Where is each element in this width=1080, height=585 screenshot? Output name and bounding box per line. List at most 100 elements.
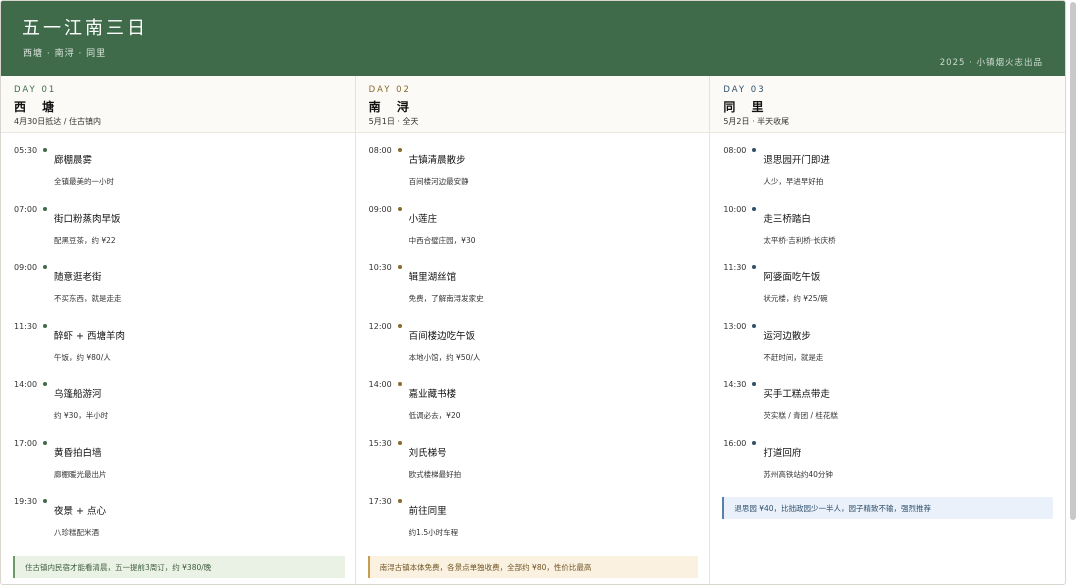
timeline-dot-icon	[752, 206, 757, 211]
event-time: 12:00	[368, 321, 392, 331]
schedule-item: 17:00 黄昏拍白墙 廊棚暖光最出片	[1, 439, 355, 491]
event-name: 刘氏梯号	[408, 447, 447, 459]
day-town: 同 里	[723, 100, 770, 114]
event-time: 14:00	[14, 380, 38, 389]
event-name: 前往同里	[408, 506, 447, 517]
timeline-dot-icon	[397, 265, 402, 269]
itinerary-page: 五一江南三日 西塘 · 南浔 · 同里 2025 · 小镇烟火志出品 DAY 0…	[0, 0, 1066, 585]
event-time: 05:30	[14, 146, 38, 155]
timeline-dot-icon	[43, 382, 47, 386]
timeline-dot-icon	[752, 382, 757, 386]
event-desc: 免费，了解南浔发家史	[408, 294, 484, 303]
schedule-item: 10:30 辑里湖丝馆 免费，了解南浔发家史	[356, 263, 710, 315]
event-name: 乌篷船游河	[54, 389, 102, 400]
event-desc: 状元楼，约 ¥25/碗	[763, 294, 828, 303]
event-desc: 百间楼河边最安静	[408, 177, 469, 186]
event-name: 黄昏拍白墙	[54, 447, 102, 459]
day-header: DAY 01 西 塘 4月30日抵达 / 住古镇内	[1, 76, 355, 133]
event-time: 14:00	[368, 380, 392, 389]
event-name: 退思园开门即进	[763, 155, 830, 166]
timeline-dot-icon	[43, 440, 47, 445]
timeline-dot-icon	[397, 323, 402, 328]
event-time: 09:00	[14, 263, 38, 272]
event-desc: 低调必去，¥20	[408, 411, 461, 420]
event-time: 15:30	[368, 438, 392, 448]
event-desc: 配黑豆茶，约 ¥22	[54, 235, 116, 245]
schedule-item: 09:00 随意逛老街 不买东西，就是走走	[1, 263, 355, 315]
event-desc: 廊棚暖光最出片	[54, 469, 107, 479]
page-title: 五一江南三日	[22, 18, 148, 39]
day-header: DAY 02 南 浔 5月1日 · 全天	[355, 76, 710, 133]
day-note: 5月2日 · 半天收尾	[723, 117, 790, 126]
event-name: 廊棚晨雾	[54, 155, 93, 166]
event-name: 古镇清晨散步	[408, 155, 466, 166]
event-name: 街口粉蒸肉早饭	[54, 213, 121, 225]
scrollbar[interactable]	[1070, 2, 1076, 520]
event-time: 17:00	[14, 438, 38, 448]
event-name: 嘉业藏书楼	[408, 389, 457, 400]
event-desc: 约 ¥30，半小时	[54, 411, 109, 420]
schedule-item: 11:30 醉虾 + 西塘羊肉 午饭，约 ¥80/人	[1, 322, 355, 374]
schedule-item: 16:00 打道回府 苏州高铁站约40分钟	[710, 439, 1065, 491]
schedule-item: 14:00 嘉业藏书楼 低调必去，¥20	[356, 380, 710, 432]
day-columns: DAY 01 西 塘 4月30日抵达 / 住古镇内 05:30 廊棚晨雾 全镇最…	[1, 76, 1065, 584]
timeline-dot-icon	[397, 440, 402, 445]
event-name: 醉虾 + 西塘羊肉	[54, 330, 125, 342]
day-note: 5月1日 · 全天	[368, 117, 419, 126]
event-time: 14:30	[723, 380, 747, 389]
event-name: 夜景 + 点心	[54, 506, 106, 517]
timeline-dot-icon	[752, 323, 757, 328]
schedule-item: 09:00 小莲庄 中西合璧庄园，¥30	[356, 205, 710, 257]
event-time: 10:00	[723, 204, 747, 214]
timeline-dot-icon	[752, 148, 757, 152]
day-column-3: DAY 03 同 里 5月2日 · 半天收尾 08:00 退思园开门即进 人少，…	[710, 76, 1065, 584]
event-time: 11:30	[14, 321, 38, 331]
schedule-item: 17:30 前往同里 约1.5小时车程	[356, 497, 710, 549]
day-town: 南 浔	[368, 100, 415, 114]
event-desc: 苏州高铁站约40分钟	[763, 469, 833, 479]
event-time: 07:00	[14, 204, 38, 214]
event-desc: 中西合璧庄园，¥30	[408, 235, 476, 245]
event-name: 运河边散步	[763, 330, 811, 342]
event-name: 辑里湖丝馆	[408, 272, 457, 283]
schedule-item: 08:00 退思园开门即进 人少，早进早好拍	[710, 146, 1065, 198]
event-desc: 人少，早进早好拍	[763, 177, 824, 186]
schedule-item: 11:30 阿婆面吃午饭 状元楼，约 ¥25/碗	[710, 263, 1065, 315]
event-name: 阿婆面吃午饭	[763, 272, 821, 283]
tip-note: 南浔古镇本体免费，各景点单独收费，全部约 ¥80，性价比最高	[367, 556, 698, 578]
schedule-item: 10:00 走三桥踏白 太平桥·吉利桥·长庆桥	[710, 205, 1065, 257]
schedule-item: 08:00 古镇清晨散步 百间楼河边最安静	[356, 146, 710, 198]
event-name: 买手工糕点带走	[763, 389, 830, 400]
event-time: 19:30	[14, 497, 38, 506]
day-column-2: DAY 02 南 浔 5月1日 · 全天 08:00 古镇清晨散步 百间楼河边最…	[355, 76, 711, 584]
event-desc: 不买东西，就是走走	[54, 294, 122, 303]
event-desc: 芡实糕 / 青团 / 桂花糕	[763, 411, 838, 420]
schedule-item: 19:30 夜景 + 点心 八珍糕配米酒	[1, 497, 355, 549]
day-header: DAY 03 同 里 5月2日 · 半天收尾	[710, 76, 1065, 133]
event-desc: 午饭，约 ¥80/人	[54, 352, 111, 362]
page-header: 五一江南三日 西塘 · 南浔 · 同里 2025 · 小镇烟火志出品	[1, 1, 1065, 76]
timeline-dot-icon	[397, 148, 402, 152]
event-desc: 欧式楼梯最好拍	[408, 469, 462, 479]
event-time: 08:00	[723, 146, 747, 155]
day-column-1: DAY 01 西 塘 4月30日抵达 / 住古镇内 05:30 廊棚晨雾 全镇最…	[1, 76, 356, 584]
schedule-item: 05:30 廊棚晨雾 全镇最美的一小时	[1, 146, 355, 198]
day-town: 西 塘	[14, 100, 61, 114]
page-credit: 2025 · 小镇烟火志出品	[939, 58, 1043, 68]
event-time: 11:30	[723, 263, 747, 272]
timeline-dot-icon	[43, 206, 47, 211]
timeline-dot-icon	[752, 440, 757, 445]
day-number: DAY 02	[368, 85, 411, 95]
timeline-dot-icon	[43, 323, 47, 328]
event-time: 09:00	[368, 204, 392, 214]
event-desc: 约1.5小时车程	[408, 528, 459, 537]
event-name: 随意逛老街	[54, 272, 102, 283]
tip-note: 住古镇内民宿才能看清晨，五一提前3周订，约 ¥380/晚	[13, 556, 345, 578]
event-desc: 太平桥·吉利桥·长庆桥	[763, 235, 836, 245]
event-time: 10:30	[368, 263, 392, 272]
schedule-item: 12:00 百间楼边吃午饭 本地小馆，约 ¥50/人	[356, 322, 710, 374]
day-note: 4月30日抵达 / 住古镇内	[14, 117, 102, 126]
event-desc: 本地小馆，约 ¥50/人	[408, 352, 481, 362]
timeline-dot-icon	[752, 265, 757, 269]
event-time: 16:00	[723, 438, 747, 448]
